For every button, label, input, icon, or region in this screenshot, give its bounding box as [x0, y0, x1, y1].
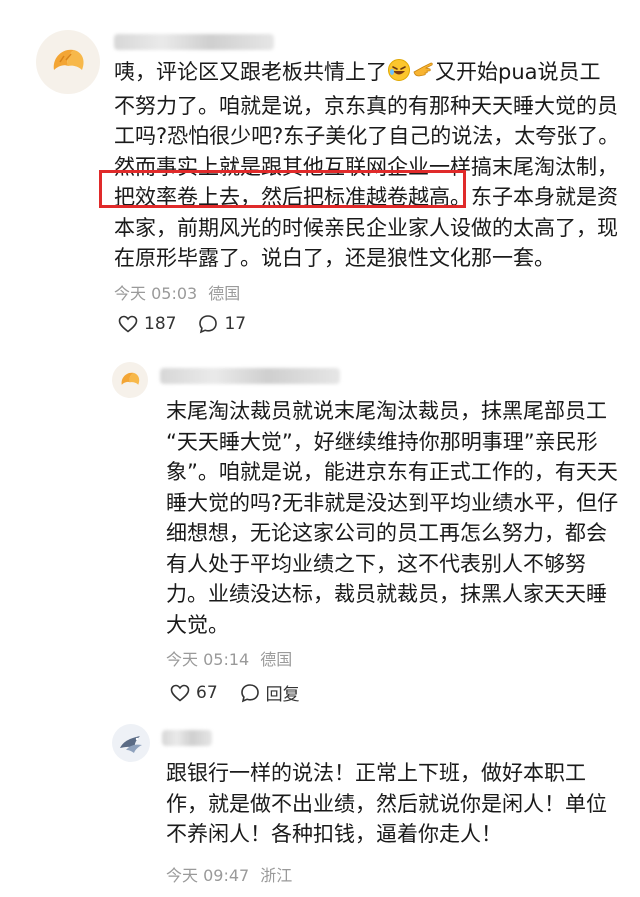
rolling-laughing-emoji — [387, 58, 411, 91]
comment-text: 末尾淘汰裁员就说末尾淘汰裁员，抹黑尾部员工 “天天睡大觉”，好继续维持你那明事理… — [166, 399, 619, 637]
heart-icon — [118, 315, 138, 333]
user-avatar[interactable] — [36, 30, 100, 94]
comment-actions: 67 回复 — [170, 680, 322, 705]
comment-bubble-icon — [199, 315, 218, 334]
reply-count-button[interactable]: 17 — [198, 314, 246, 334]
croissant-icon — [121, 372, 140, 385]
comment-meta: 今天 05:14 德国 — [166, 646, 298, 670]
reply-button[interactable]: 回复 — [240, 680, 300, 705]
username-blurred[interactable] — [162, 730, 212, 746]
comment-location: 浙江 — [260, 866, 293, 885]
pointing-hand-emoji — [411, 58, 435, 91]
comment-location: 德国 — [208, 284, 241, 303]
comment-actions: 187 17 — [118, 314, 268, 334]
bird-icon — [120, 736, 142, 753]
reply-count: 17 — [224, 314, 247, 334]
user-avatar[interactable] — [112, 724, 150, 762]
comment-time: 今天 09:47 — [166, 866, 250, 885]
username-blurred[interactable] — [114, 34, 274, 50]
comment-location: 德国 — [260, 650, 293, 669]
like-count: 187 — [144, 314, 177, 334]
heart-icon — [170, 684, 190, 702]
username-blurred[interactable] — [160, 368, 340, 384]
comment-time: 今天 05:03 — [114, 284, 198, 303]
like-button[interactable]: 67 — [170, 683, 218, 703]
user-avatar[interactable] — [112, 362, 148, 398]
comment-text: 咦，评论区又跟老板共情上了 又开始pua说员工 不努力了。咱就是说，京东真的有那种… — [114, 58, 620, 270]
comment-meta: 今天 09:47 浙江 — [166, 862, 298, 886]
like-count: 67 — [196, 682, 218, 703]
comment-bubble-icon — [240, 683, 259, 702]
comment-time: 今天 05:14 — [166, 650, 250, 669]
croissant-icon — [53, 49, 84, 70]
comment-meta: 今天 05:03 德国 — [114, 280, 246, 304]
comment-text: 跟银行一样的说法！正常上下班，做好本职工 作，就是做不出业绩，然后就说你是闲人！… — [166, 761, 607, 846]
like-button[interactable]: 187 — [118, 314, 176, 334]
reply-label: 回复 — [265, 685, 300, 705]
